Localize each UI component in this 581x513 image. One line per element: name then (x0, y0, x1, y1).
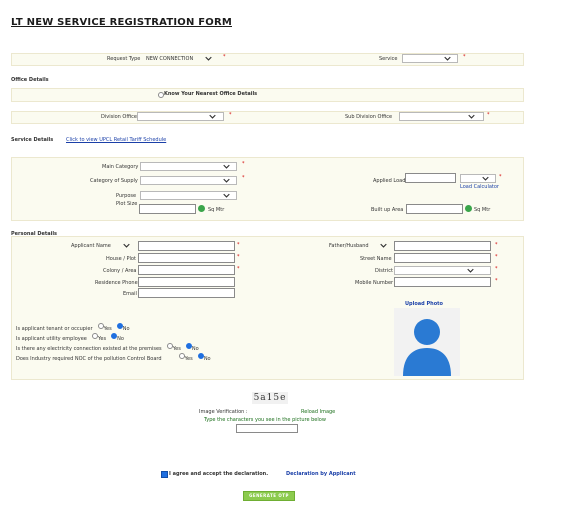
plot-size-input[interactable] (139, 204, 196, 214)
office-details-heading: Office Details (11, 77, 49, 83)
plot-size-unit: Sq Mtr (208, 207, 225, 213)
district-label: District (375, 268, 393, 274)
chevron-down-icon[interactable] (380, 243, 387, 248)
built-up-area-input[interactable] (406, 204, 463, 214)
captcha-image: 5a15e (252, 392, 288, 404)
question-row: Is there any electricity connection exis… (16, 335, 256, 352)
built-up-area-label: Built up Area (371, 207, 404, 213)
sub-division-label: Sub Division Office (345, 114, 393, 120)
applicant-name-input[interactable] (138, 241, 235, 251)
required-mark: * (242, 161, 245, 167)
declaration-checkbox[interactable] (161, 471, 168, 478)
captcha-instruction: Type the characters you see in the pictu… (204, 417, 326, 423)
email-input[interactable] (138, 288, 235, 298)
tariff-link[interactable]: Click to view UPCL Retail Tariff Schedul… (66, 137, 166, 143)
photo-placeholder[interactable] (394, 308, 460, 376)
colony-area-label: Colony / Area (103, 268, 137, 274)
chevron-down-icon[interactable] (209, 114, 216, 119)
request-type-label: Request Type (107, 56, 141, 62)
residence-phone-label: Residence Phone (95, 280, 138, 286)
street-name-label: Street Name (360, 256, 392, 262)
no-label: No (203, 356, 211, 362)
house-plot-input[interactable] (138, 253, 235, 263)
stepper-icon[interactable] (198, 205, 205, 212)
yes-label: Yes (184, 356, 193, 362)
required-mark: * (237, 254, 240, 260)
question-text: Does Industry required NOC of the pollut… (16, 356, 162, 362)
built-up-area-unit: Sq Mtr (474, 207, 491, 213)
applicant-name-label: Applicant Name (71, 243, 111, 249)
purpose-label: Purpose (116, 193, 137, 199)
load-calculator-link[interactable]: Load Calculator (460, 184, 499, 190)
plot-size-label: Plot Size (116, 201, 138, 207)
know-office-label: Know Your Nearest Office Details (164, 91, 258, 97)
image-verification-label: Image Verification : (199, 409, 248, 415)
request-type-value[interactable]: NEW CONNECTION (146, 56, 193, 62)
division-label: Division Office (101, 114, 137, 120)
chevron-down-icon[interactable] (223, 193, 230, 198)
mobile-number-label: Mobile Number (355, 280, 394, 286)
father-husband-input[interactable] (394, 241, 491, 251)
street-name-input[interactable] (394, 253, 491, 263)
required-mark: * (495, 278, 498, 284)
father-husband-label: Father/Husband (329, 243, 369, 249)
required-mark: * (237, 266, 240, 272)
applied-load-input[interactable] (405, 173, 456, 183)
email-label: Email (123, 291, 137, 297)
chevron-down-icon[interactable] (123, 243, 130, 248)
question-row: Is applicant tenant or occupier Yes No (16, 315, 256, 332)
chevron-down-icon[interactable] (444, 56, 451, 61)
category-supply-label: Category of Supply (90, 178, 138, 184)
chevron-down-icon[interactable] (468, 114, 475, 119)
house-plot-label: House / Plot (106, 256, 136, 262)
residence-phone-input[interactable] (138, 277, 235, 287)
required-mark: * (237, 242, 240, 248)
required-mark: * (463, 54, 466, 60)
service-label: Service (379, 56, 398, 62)
required-mark: * (487, 112, 490, 118)
chevron-down-icon[interactable] (223, 164, 230, 169)
chevron-down-icon[interactable] (205, 56, 212, 61)
declaration-text: I agree and accept the declaration. (169, 471, 269, 477)
applied-load-label: Applied Load (373, 178, 406, 184)
required-mark: * (495, 242, 498, 248)
user-avatar-icon (403, 319, 451, 376)
upload-photo-link[interactable]: Upload Photo (405, 301, 443, 307)
stepper-icon[interactable] (465, 205, 472, 212)
question-row: Is applicant utility employee Yes No (16, 325, 256, 342)
required-mark: * (229, 112, 232, 118)
chevron-down-icon[interactable] (482, 176, 489, 181)
load-unit-select[interactable] (460, 174, 496, 183)
declaration-link[interactable]: Declaration by Applicant (286, 471, 356, 477)
mobile-number-input[interactable] (394, 277, 491, 287)
required-mark: * (242, 175, 245, 181)
required-mark: * (223, 54, 226, 60)
captcha-input[interactable] (236, 424, 298, 433)
colony-area-input[interactable] (138, 265, 235, 275)
page-title: LT NEW SERVICE REGISTRATION FORM (11, 17, 232, 28)
chevron-down-icon[interactable] (223, 178, 230, 183)
service-details-heading: Service Details (11, 137, 54, 143)
question-row: Does Industry required NOC of the pollut… (16, 345, 256, 362)
district-select[interactable] (394, 266, 491, 275)
generate-otp-button[interactable]: GENERATE OTP (243, 491, 295, 501)
office-band-1 (11, 88, 524, 102)
reload-image-link[interactable]: Reload Image (301, 409, 335, 415)
chevron-down-icon[interactable] (467, 268, 474, 273)
required-mark: * (495, 266, 498, 272)
required-mark: * (495, 254, 498, 260)
main-category-label: Main Category (102, 164, 139, 170)
required-mark: * (499, 174, 502, 180)
